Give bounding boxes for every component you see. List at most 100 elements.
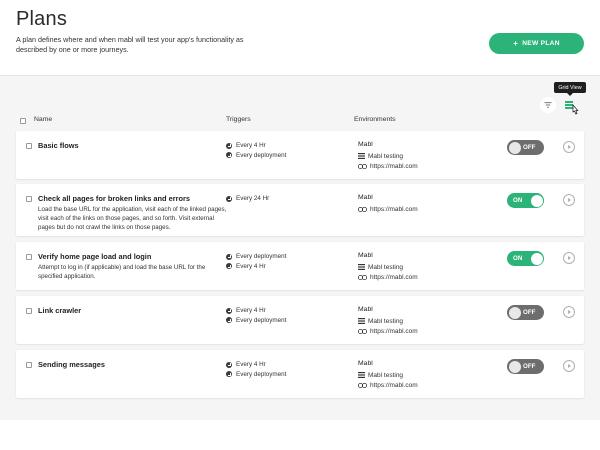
trigger-item: Every 4 Hr [226,262,286,272]
plan-triggers: Every 4 Hr Every deployment [226,306,286,325]
application-line: Mabl testing [358,370,418,380]
column-header-triggers: Triggers [226,116,251,123]
url-line: https://mabl.com [358,326,418,336]
clock-icon [226,263,232,270]
clock-icon [226,195,232,202]
link-icon [358,382,367,388]
trigger-item: Every deployment [226,151,286,161]
new-plan-button[interactable]: + NEW PLAN [489,33,584,54]
clock-icon [226,371,232,378]
toggle-knob [508,360,521,373]
page-title: Plans [16,8,68,30]
clock-icon [226,361,232,368]
application-line: Mabl testing [358,316,418,326]
plan-row[interactable]: Basic flows Every 4 Hr Every deployment … [16,131,584,179]
trigger-item: Every deployment [226,252,286,262]
plan-environments: Mabl Mabl testing https://mabl.com [358,141,418,171]
trigger-label: Every deployment [236,253,287,261]
plan-environments: Mabl Mabl testing https://mabl.com [358,306,418,336]
toggle-knob [508,306,521,319]
plan-triggers: Every deployment Every 4 Hr [226,252,286,271]
row-checkbox[interactable] [26,196,32,202]
row-checkbox[interactable] [26,143,32,149]
environment-url[interactable]: https://mabl.com [370,274,418,281]
trigger-item: Every 4 Hr [226,360,286,370]
toggle-label: ON [513,197,523,204]
plan-row[interactable]: Link crawler Every 4 Hr Every deployment… [16,296,584,344]
run-plan-button[interactable] [563,306,575,318]
toggle-label: ON [513,255,523,262]
trigger-item: Every 4 Hr [226,306,286,316]
plan-name[interactable]: Basic flows [38,141,79,150]
clock-icon [226,152,232,159]
application-line: Mabl testing [358,151,418,161]
plan-description: Load the base URL for the application, v… [38,206,227,232]
toggle-knob [530,252,543,265]
plan-name[interactable]: Link crawler [38,306,81,315]
trigger-label: Every 4 Hr [236,262,266,270]
trigger-item: Every deployment [226,370,286,380]
run-plan-button[interactable] [563,194,575,206]
plan-row[interactable]: Check all pages for broken links and err… [16,184,584,236]
plan-toggle[interactable]: OFF [507,359,544,374]
row-checkbox[interactable] [26,362,32,368]
column-header-name: Name [34,116,53,123]
plan-environments: Mabl Mabl testing https://mabl.com [358,252,418,282]
row-checkbox[interactable] [26,308,32,314]
plan-toggle[interactable]: OFF [507,305,544,320]
toggle-label: OFF [523,363,536,370]
clock-icon [226,253,232,260]
environment-name: Mabl [358,252,373,259]
environment-url[interactable]: https://mabl.com [370,163,418,170]
environment-url[interactable]: https://mabl.com [370,328,418,335]
grid-view-tooltip: Grid View [554,82,586,96]
filter-icon [544,102,552,108]
link-icon [358,274,367,280]
application-name: Mabl testing [368,263,404,271]
row-checkbox[interactable] [26,254,32,260]
list-icon [358,372,365,379]
url-line: https://mabl.com [358,272,418,282]
trigger-item: Every 4 Hr [226,141,286,151]
plan-triggers: Every 4 Hr Every deployment [226,141,286,160]
trigger-label: Every 4 Hr [236,307,266,315]
application-line: Mabl testing [358,262,418,272]
trigger-label: Every deployment [236,316,287,324]
environment-url[interactable]: https://mabl.com [370,382,418,389]
plan-environments: Mabl Mabl testing https://mabl.com [358,360,418,390]
run-plan-button[interactable] [563,141,575,153]
trigger-item: Every deployment [226,316,286,326]
trigger-label: Every deployment [236,151,287,159]
mouse-pointer-icon [572,104,579,115]
run-plan-button[interactable] [563,252,575,264]
clock-icon [226,317,232,324]
filter-button[interactable] [540,97,556,113]
plan-triggers: Every 24 Hr [226,194,269,204]
footer-area [0,420,600,450]
environment-name: Mabl [358,141,373,148]
select-all-checkbox[interactable] [20,118,26,124]
plan-toggle[interactable]: OFF [507,140,544,155]
url-line: https://mabl.com [358,161,418,171]
plan-triggers: Every 4 Hr Every deployment [226,360,286,379]
environment-url[interactable]: https://mabl.com [370,206,418,213]
table-header: Name Triggers Environments [16,116,584,126]
column-header-environments: Environments [354,116,396,123]
trigger-label: Every 4 Hr [236,361,266,369]
toggle-knob [508,141,521,154]
plan-toggle[interactable]: ON [507,251,544,266]
plan-row[interactable]: Sending messages Every 4 Hr Every deploy… [16,350,584,398]
toggle-knob [530,194,543,207]
plan-row[interactable]: Verify home page load and login Attempt … [16,242,584,290]
link-icon [358,163,367,169]
plan-name[interactable]: Sending messages [38,360,105,369]
page-header: Plans A plan defines where and when mabl… [0,0,600,76]
plus-icon: + [513,39,519,48]
url-line: https://mabl.com [358,380,418,390]
link-icon [358,206,367,212]
run-plan-button[interactable] [563,360,575,372]
plan-description: Attempt to log in (if applicable) and lo… [38,264,206,281]
plan-toggle[interactable]: ON [507,193,544,208]
plan-name[interactable]: Check all pages for broken links and err… [38,194,190,203]
plan-name[interactable]: Verify home page load and login [38,252,151,261]
